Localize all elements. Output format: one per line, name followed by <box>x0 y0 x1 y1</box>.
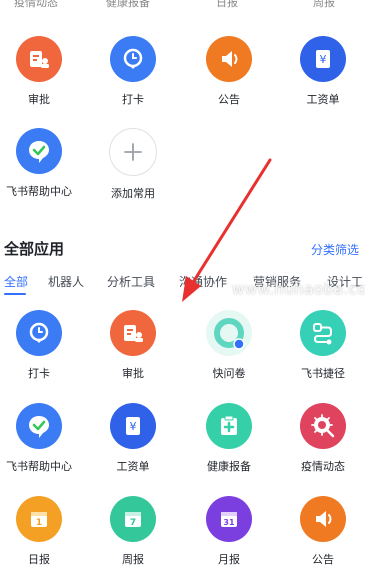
tab-communication[interactable]: 沟通协作 <box>179 273 227 290</box>
app-label: 公告 <box>218 93 240 106</box>
app-daily-report[interactable]: 1 日报 <box>0 496 84 573</box>
svg-text:1: 1 <box>36 518 42 528</box>
monthly-report-icon: 31 <box>206 496 252 542</box>
section-title: 全部应用 <box>4 240 65 258</box>
payslip-icon: ¥ <box>300 36 346 82</box>
app-payslip[interactable]: ¥ 工资单 <box>88 403 178 493</box>
app-health-report[interactable]: 健康报备 <box>184 403 274 493</box>
tab-robot[interactable]: 机器人 <box>48 273 84 290</box>
tab-all[interactable]: 全部 <box>4 273 28 290</box>
tab-analysis-tools[interactable]: 分析工具 <box>107 273 155 290</box>
app-label: 工资单 <box>306 93 340 106</box>
app-label: 飞书帮助中心 <box>6 185 72 198</box>
app-label: 打卡 <box>28 367 50 380</box>
app-label: 周报 <box>122 553 144 566</box>
app-label: 工资单 <box>116 460 150 473</box>
app-monthly-report[interactable]: 31 月报 <box>184 496 274 573</box>
app-help-center[interactable]: 飞书帮助中心 <box>0 128 84 218</box>
app-label: 飞书捷径 <box>301 367 345 380</box>
svg-text:¥: ¥ <box>320 53 327 66</box>
app-approval[interactable]: 审批 <box>88 310 178 400</box>
daily-report-icon: 1 <box>16 496 62 542</box>
shortcut-icon <box>300 310 346 356</box>
app-epidemic-news[interactable]: 疫情动态 <box>278 403 365 493</box>
app-label: 审批 <box>28 93 50 106</box>
health-report-icon <box>206 403 252 449</box>
top-row-label: 疫情动态 <box>14 0 58 9</box>
app-center-page: 疫情动态 健康报备 日报 周报 审批 打卡 公告 ¥ 工资单 飞书帮助中心 添加… <box>0 0 365 573</box>
app-help-center[interactable]: 飞书帮助中心 <box>0 403 84 493</box>
app-label: 添加常用 <box>111 187 155 200</box>
svg-text:¥: ¥ <box>130 420 137 433</box>
clock-icon <box>110 36 156 82</box>
category-filter-link[interactable]: 分类筛选 <box>311 241 359 258</box>
app-shortcuts[interactable]: 飞书捷径 <box>278 310 365 400</box>
svg-text:7: 7 <box>130 518 136 528</box>
clock-icon <box>16 310 62 356</box>
app-approval[interactable]: 审批 <box>0 36 84 126</box>
app-label: 公告 <box>312 553 334 566</box>
svg-text:31: 31 <box>223 518 235 527</box>
app-label: 快问卷 <box>212 367 246 380</box>
active-tab-indicator <box>4 293 26 295</box>
app-payslip[interactable]: ¥ 工资单 <box>278 36 365 126</box>
plus-icon <box>109 128 157 176</box>
watermark: www.huhaoba.com <box>232 280 365 298</box>
approval-icon <box>16 36 62 82</box>
app-announcement[interactable]: 公告 <box>184 36 274 126</box>
epidemic-icon <box>300 403 346 449</box>
approval-icon <box>110 310 156 356</box>
app-label: 日报 <box>28 553 50 566</box>
top-row-label: 健康报备 <box>106 0 150 9</box>
add-common-button[interactable]: 添加常用 <box>88 128 178 218</box>
top-row-label: 周报 <box>313 0 335 9</box>
help-center-icon <box>16 403 62 449</box>
payslip-icon: ¥ <box>110 403 156 449</box>
megaphone-icon <box>206 36 252 82</box>
megaphone-icon <box>300 496 346 542</box>
app-weekly-report[interactable]: 7 周报 <box>88 496 178 573</box>
app-announcement[interactable]: 公告 <box>278 496 365 573</box>
weekly-report-icon: 7 <box>110 496 156 542</box>
app-clock-in[interactable]: 打卡 <box>88 36 178 126</box>
app-label: 审批 <box>122 367 144 380</box>
app-clock-in[interactable]: 打卡 <box>0 310 84 400</box>
survey-icon <box>206 310 252 356</box>
help-center-icon <box>16 128 62 174</box>
app-label: 疫情动态 <box>301 460 345 473</box>
app-label: 飞书帮助中心 <box>6 460 72 473</box>
top-row-label: 日报 <box>216 0 238 9</box>
app-label: 打卡 <box>122 93 144 106</box>
app-label: 月报 <box>218 553 240 566</box>
app-label: 健康报备 <box>207 460 251 473</box>
app-quick-survey[interactable]: 快问卷 <box>184 310 274 400</box>
